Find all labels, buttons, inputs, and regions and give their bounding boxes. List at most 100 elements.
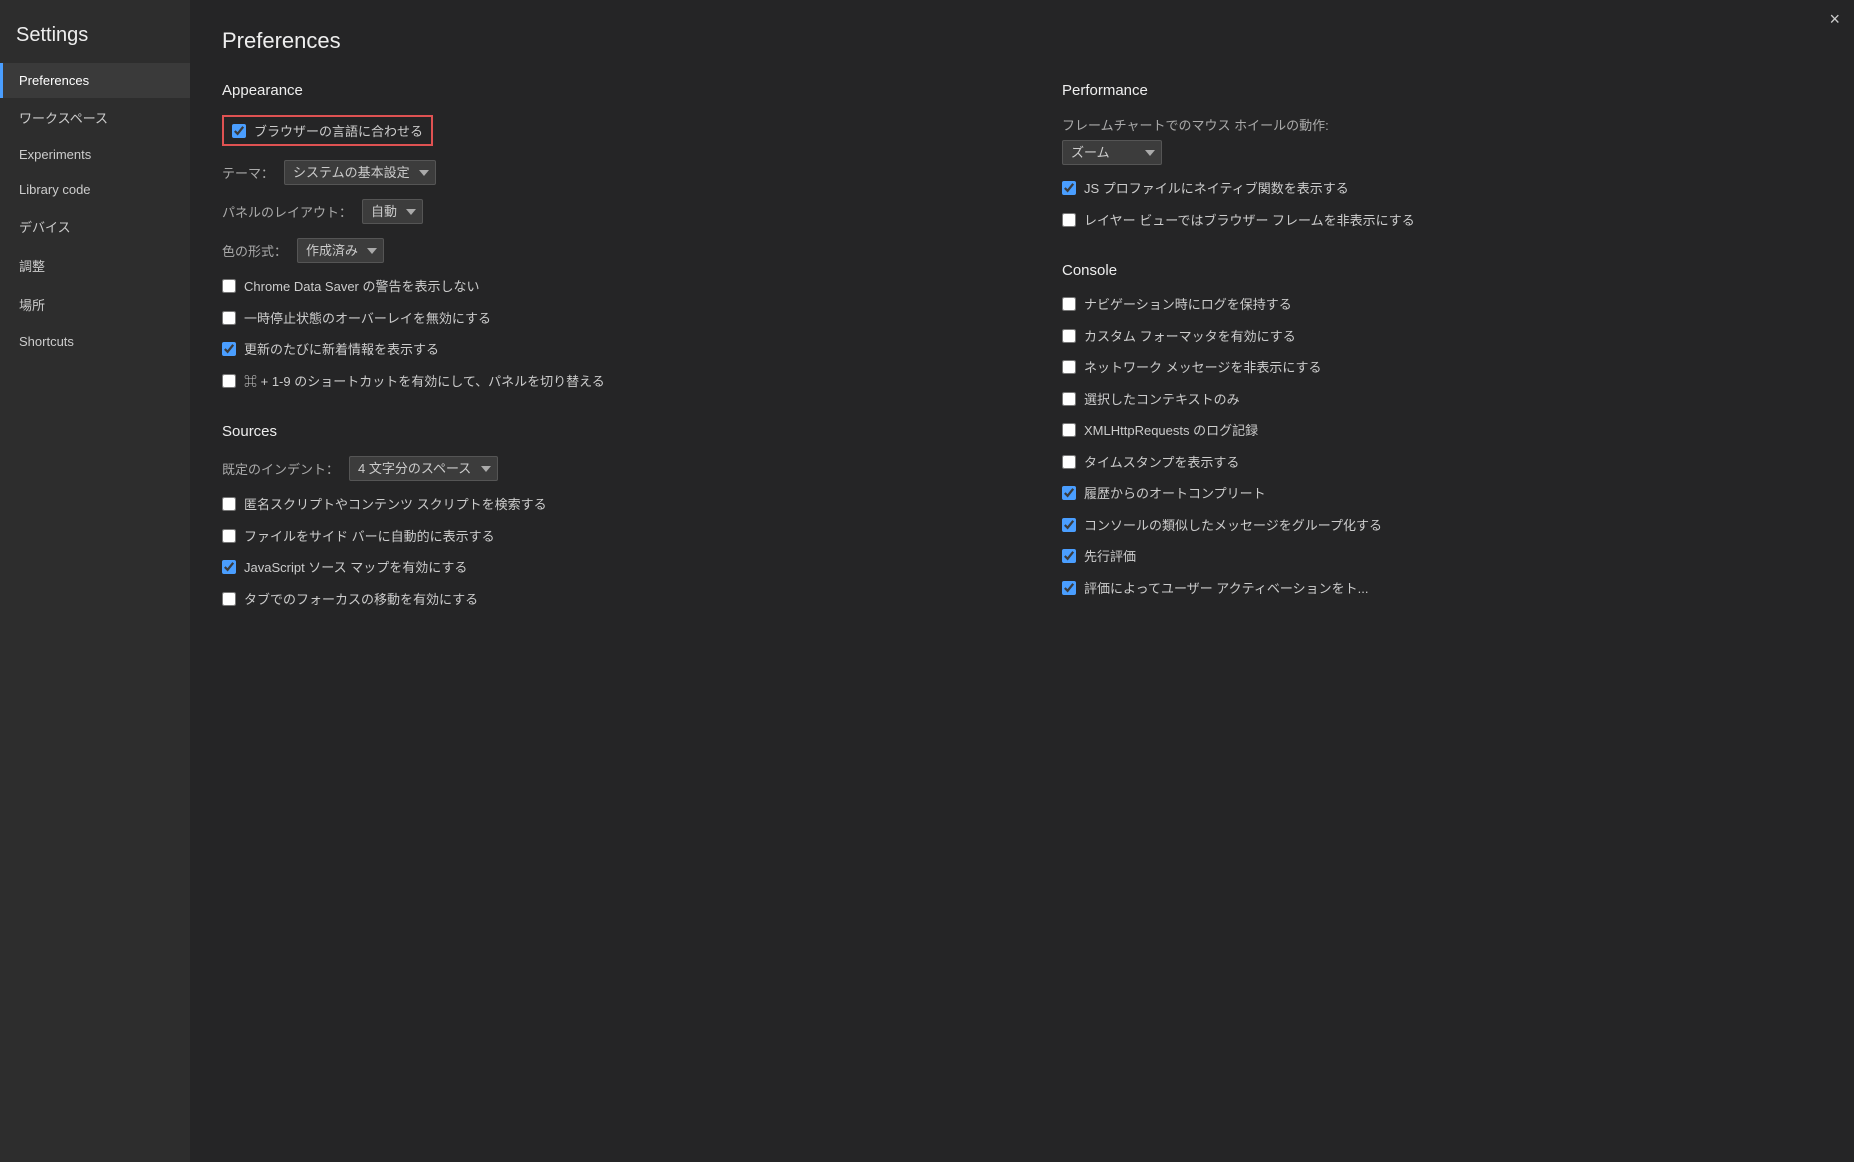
pause-overlay-checkbox[interactable] xyxy=(222,311,236,325)
settings-dialog: × Settings PreferencesワークスペースExperiments… xyxy=(0,0,1854,1162)
anon-scripts-label[interactable]: 匿名スクリプトやコンテンツ スクリプトを検索する xyxy=(244,495,547,515)
console-section: Console ナビゲーション時にログを保持するカスタム フォーマッタを有効にす… xyxy=(1062,262,1822,598)
user-activation-checkbox[interactable] xyxy=(1062,581,1076,595)
close-button[interactable]: × xyxy=(1829,10,1840,28)
appearance-section-title: Appearance xyxy=(222,82,982,99)
performance-section: Performance フレームチャートでのマウス ホイールの動作: ズーム ス… xyxy=(1062,82,1822,230)
console-section-title: Console xyxy=(1062,262,1822,279)
tab-focus-checkbox[interactable] xyxy=(222,592,236,606)
anon-scripts-checkbox[interactable] xyxy=(222,497,236,511)
js-native-checkbox[interactable] xyxy=(1062,181,1076,195)
selected-context-checkbox[interactable] xyxy=(1062,392,1076,406)
chrome-data-saver-checkbox[interactable] xyxy=(222,279,236,293)
history-autocomplete-label[interactable]: 履歴からのオートコンプリート xyxy=(1084,484,1266,504)
appearance-row-show-updates: 更新のたびに新着情報を表示する xyxy=(222,340,982,360)
content-wrapper: Preferences Appearance ブラウザーの言語に合わせる xyxy=(222,28,1822,1134)
browser-lang-checkbox[interactable] xyxy=(232,124,246,138)
sidebar-item-library-code[interactable]: Library code xyxy=(0,172,190,207)
panel-layout-row: パネルのレイアウト： 自動 水平 垂直 xyxy=(222,199,982,224)
theme-row: テーマ： システムの基本設定 Light Dark xyxy=(222,160,982,185)
appearance-checkboxes: Chrome Data Saver の警告を表示しない一時停止状態のオーバーレイ… xyxy=(222,277,982,391)
panel-layout-label: パネルのレイアウト： xyxy=(222,202,352,221)
show-timestamps-checkbox[interactable] xyxy=(1062,455,1076,469)
eager-eval-label[interactable]: 先行評価 xyxy=(1084,547,1136,567)
page-title: Preferences xyxy=(222,28,1822,54)
sources-row-js-source-maps: JavaScript ソース マップを有効にする xyxy=(222,558,982,578)
show-updates-label[interactable]: 更新のたびに新着情報を表示する xyxy=(244,340,439,360)
sidebar-item-workspace[interactable]: ワークスペース xyxy=(0,98,190,137)
eager-eval-checkbox[interactable] xyxy=(1062,549,1076,563)
console-row-eager-eval: 先行評価 xyxy=(1062,547,1822,567)
group-similar-label[interactable]: コンソールの類似したメッセージをグループ化する xyxy=(1084,516,1382,536)
sidebar-item-shortcuts[interactable]: Shortcuts xyxy=(0,324,190,359)
color-format-label: 色の形式： xyxy=(222,241,287,260)
custom-formatters-checkbox[interactable] xyxy=(1062,329,1076,343)
indent-label: 既定のインデント： xyxy=(222,459,339,478)
sources-row-tab-focus: タブでのフォーカスの移動を有効にする xyxy=(222,590,982,610)
console-row-custom-formatters: カスタム フォーマッタを有効にする xyxy=(1062,327,1822,347)
hide-browser-frames-checkbox[interactable] xyxy=(1062,213,1076,227)
sources-row-anon-scripts: 匿名スクリプトやコンテンツ スクリプトを検索する xyxy=(222,495,982,515)
chrome-data-saver-label[interactable]: Chrome Data Saver の警告を表示しない xyxy=(244,277,480,297)
sources-row-auto-reveal: ファイルをサイド バーに自動的に表示する xyxy=(222,527,982,547)
appearance-row-pause-overlay: 一時停止状態のオーバーレイを無効にする xyxy=(222,309,982,329)
js-source-maps-checkbox[interactable] xyxy=(222,560,236,574)
indent-row: 既定のインデント： 4 文字分のスペース 2 文字分のスペース 8 文字分のスペ… xyxy=(222,456,982,481)
sidebar-item-throttling[interactable]: 調整 xyxy=(0,246,190,285)
mouse-wheel-label-text: フレームチャートでのマウス ホイールの動作: ズーム スクロール xyxy=(1062,115,1822,165)
user-activation-label[interactable]: 評価によってユーザー アクティベーションをト... xyxy=(1084,579,1368,599)
sources-checkboxes: 匿名スクリプトやコンテンツ スクリプトを検索するファイルをサイド バーに自動的に… xyxy=(222,495,982,609)
tab-focus-label[interactable]: タブでのフォーカスの移動を有効にする xyxy=(244,590,478,610)
preserve-log-label[interactable]: ナビゲーション時にログを保持する xyxy=(1084,295,1292,315)
selected-context-label[interactable]: 選択したコンテキストのみ xyxy=(1084,390,1240,410)
sidebar-item-devices[interactable]: デバイス xyxy=(0,207,190,246)
sources-section: Sources 既定のインデント： 4 文字分のスペース 2 文字分のスペース … xyxy=(222,423,982,609)
browser-lang-label[interactable]: ブラウザーの言語に合わせる xyxy=(254,121,423,140)
sidebar-title: Settings xyxy=(0,10,190,63)
pause-overlay-label[interactable]: 一時停止状態のオーバーレイを無効にする xyxy=(244,309,491,329)
history-autocomplete-checkbox[interactable] xyxy=(1062,486,1076,500)
console-row-history-autocomplete: 履歴からのオートコンプリート xyxy=(1062,484,1822,504)
console-row-hide-network: ネットワーク メッセージを非表示にする xyxy=(1062,358,1822,378)
performance-row-hide-browser-frames: レイヤー ビューではブラウザー フレームを非表示にする xyxy=(1062,211,1822,231)
theme-label: テーマ： xyxy=(222,163,274,182)
sidebar-item-preferences[interactable]: Preferences xyxy=(0,63,190,98)
cmd-shortcut-label[interactable]: ⌘ + 1-9 のショートカットを有効にして、パネルを切り替える xyxy=(244,372,605,392)
console-row-selected-context: 選択したコンテキストのみ xyxy=(1062,390,1822,410)
hide-network-label[interactable]: ネットワーク メッセージを非表示にする xyxy=(1084,358,1321,378)
mouse-wheel-select[interactable]: ズーム スクロール xyxy=(1062,140,1162,165)
theme-select[interactable]: システムの基本設定 Light Dark xyxy=(284,160,436,185)
color-format-select[interactable]: 作成済み HEX RGB HSL xyxy=(297,238,384,263)
indent-select[interactable]: 4 文字分のスペース 2 文字分のスペース 8 文字分のスペース タブ xyxy=(349,456,498,481)
browser-lang-row: ブラウザーの言語に合わせる xyxy=(222,115,433,146)
sidebar-item-experiments[interactable]: Experiments xyxy=(0,137,190,172)
console-row-show-timestamps: タイムスタンプを表示する xyxy=(1062,453,1822,473)
appearance-row-cmd-shortcut: ⌘ + 1-9 のショートカットを有効にして、パネルを切り替える xyxy=(222,372,982,392)
custom-formatters-label[interactable]: カスタム フォーマッタを有効にする xyxy=(1084,327,1296,347)
right-column: Performance フレームチャートでのマウス ホイールの動作: ズーム ス… xyxy=(1062,82,1822,641)
console-checkboxes: ナビゲーション時にログを保持するカスタム フォーマッタを有効にするネットワーク … xyxy=(1062,295,1822,598)
show-timestamps-label[interactable]: タイムスタンプを表示する xyxy=(1084,453,1239,473)
hide-network-checkbox[interactable] xyxy=(1062,360,1076,374)
mouse-wheel-label: フレームチャートでのマウス ホイールの動作: xyxy=(1062,115,1822,134)
sidebar-nav: PreferencesワークスペースExperimentsLibrary cod… xyxy=(0,63,190,359)
columns-wrapper: Appearance ブラウザーの言語に合わせる テーマ： システムの基本設定 xyxy=(222,82,1822,641)
sidebar-item-locations[interactable]: 場所 xyxy=(0,285,190,324)
group-similar-checkbox[interactable] xyxy=(1062,518,1076,532)
xmlhttp-log-label[interactable]: XMLHttpRequests のログ記録 xyxy=(1084,421,1258,441)
console-row-preserve-log: ナビゲーション時にログを保持する xyxy=(1062,295,1822,315)
left-column: Appearance ブラウザーの言語に合わせる テーマ： システムの基本設定 xyxy=(222,82,982,641)
sources-section-title: Sources xyxy=(222,423,982,440)
auto-reveal-checkbox[interactable] xyxy=(222,529,236,543)
performance-row-js-native: JS プロファイルにネイティブ関数を表示する xyxy=(1062,179,1822,199)
performance-checkboxes: JS プロファイルにネイティブ関数を表示するレイヤー ビューではブラウザー フレ… xyxy=(1062,179,1822,230)
xmlhttp-log-checkbox[interactable] xyxy=(1062,423,1076,437)
js-source-maps-label[interactable]: JavaScript ソース マップを有効にする xyxy=(244,558,467,578)
panel-layout-select[interactable]: 自動 水平 垂直 xyxy=(362,199,423,224)
js-native-label[interactable]: JS プロファイルにネイティブ関数を表示する xyxy=(1084,179,1349,199)
hide-browser-frames-label[interactable]: レイヤー ビューではブラウザー フレームを非表示にする xyxy=(1084,211,1415,231)
auto-reveal-label[interactable]: ファイルをサイド バーに自動的に表示する xyxy=(244,527,495,547)
show-updates-checkbox[interactable] xyxy=(222,342,236,356)
cmd-shortcut-checkbox[interactable] xyxy=(222,374,236,388)
preserve-log-checkbox[interactable] xyxy=(1062,297,1076,311)
